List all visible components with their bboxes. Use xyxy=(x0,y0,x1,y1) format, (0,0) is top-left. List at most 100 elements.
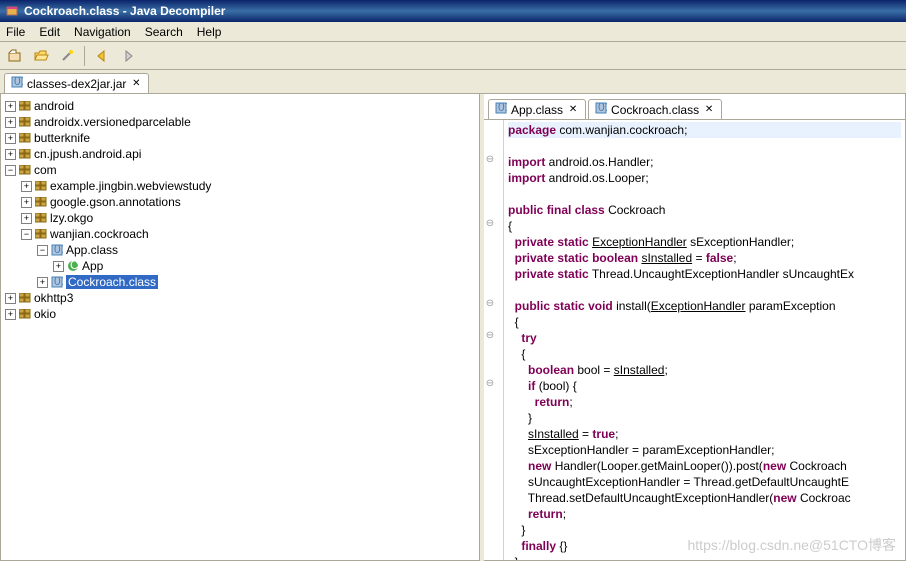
menu-help[interactable]: Help xyxy=(197,25,222,39)
package-icon xyxy=(18,132,32,144)
tree-label: androidx.versionedparcelable xyxy=(34,115,191,129)
svg-text:010: 010 xyxy=(54,244,63,256)
tree-item-app[interactable]: + C App xyxy=(3,258,477,274)
package-icon xyxy=(34,196,48,208)
window-title: Cockroach.class - Java Decompiler xyxy=(24,4,225,18)
class-icon: 010 xyxy=(495,102,507,117)
code-tab-cockroach[interactable]: 010 Cockroach.class ✕ xyxy=(588,99,722,119)
tree-label: wanjian.cockroach xyxy=(50,227,149,241)
package-icon xyxy=(18,116,32,128)
close-icon[interactable]: ✕ xyxy=(703,104,715,116)
jar-tab-label: classes-dex2jar.jar xyxy=(27,77,126,91)
tree-item-okhttp3[interactable]: + okhttp3 xyxy=(3,290,477,306)
tree-item-jpush[interactable]: + cn.jpush.android.api xyxy=(3,146,477,162)
menu-navigation[interactable]: Navigation xyxy=(74,25,131,39)
code-editor[interactable]: ⊖ ⊖ ⊖ ⊖ ⊖ package com.wanjian.cockroach;… xyxy=(484,120,905,560)
tree-item-cockroach[interactable]: + 010 Cockroach.class xyxy=(3,274,477,290)
svg-text:C: C xyxy=(70,260,79,272)
expand-icon[interactable]: + xyxy=(5,309,16,320)
fold-collapse-icon[interactable]: ⊖ xyxy=(484,152,496,168)
tree-item-gson[interactable]: + google.gson.annotations xyxy=(3,194,477,210)
code-tab-app-label: App.class xyxy=(511,103,563,117)
fold-collapse-icon[interactable]: ⊖ xyxy=(484,216,496,232)
forward-button[interactable] xyxy=(117,45,139,67)
wand-button[interactable] xyxy=(56,45,78,67)
tree-label: cn.jpush.android.api xyxy=(34,147,141,161)
code-content[interactable]: package com.wanjian.cockroach; import an… xyxy=(504,120,905,560)
package-icon xyxy=(18,292,32,304)
menu-edit[interactable]: Edit xyxy=(39,25,60,39)
tree-item-wanjian[interactable]: − wanjian.cockroach xyxy=(3,226,477,242)
code-tab-strip: 010 App.class ✕ 010 Cockroach.class ✕ xyxy=(484,94,905,120)
svg-text:010: 010 xyxy=(498,102,507,114)
package-icon xyxy=(18,164,32,176)
collapse-icon[interactable]: − xyxy=(5,165,16,176)
code-tab-app[interactable]: 010 App.class ✕ xyxy=(488,99,586,119)
tree-item-app-class[interactable]: − 010 App.class xyxy=(3,242,477,258)
fold-collapse-icon[interactable]: ⊖ xyxy=(484,328,496,344)
expand-icon[interactable]: + xyxy=(37,277,48,288)
code-tab-cockroach-label: Cockroach.class xyxy=(611,103,699,117)
main-area: + android+ androidx.versionedparcelable+… xyxy=(0,94,906,561)
tree-item-androidx[interactable]: + androidx.versionedparcelable xyxy=(3,114,477,130)
tree-label: google.gson.annotations xyxy=(50,195,181,209)
tree-item-android[interactable]: + android xyxy=(3,98,477,114)
tree-label: butterknife xyxy=(34,131,90,145)
package-icon xyxy=(18,100,32,112)
svg-text:010: 010 xyxy=(598,102,607,114)
menu-file[interactable]: File xyxy=(6,25,25,39)
jar-tab[interactable]: 010 classes-dex2jar.jar ✕ xyxy=(4,73,149,93)
menu-bar: File Edit Navigation Search Help xyxy=(0,22,906,42)
fold-collapse-icon[interactable]: ⊖ xyxy=(484,376,496,392)
jar-tab-strip: 010 classes-dex2jar.jar ✕ xyxy=(0,70,906,94)
close-icon[interactable]: ✕ xyxy=(130,78,142,90)
toolbar-separator xyxy=(84,46,85,66)
collapse-icon[interactable]: − xyxy=(37,245,48,256)
close-icon[interactable]: ✕ xyxy=(567,104,579,116)
expand-icon[interactable]: + xyxy=(5,149,16,160)
class-icon: 010 xyxy=(595,102,607,117)
fold-collapse-icon[interactable]: ⊖ xyxy=(484,296,496,312)
class-icon: 010 xyxy=(50,276,64,288)
title-bar: Cockroach.class - Java Decompiler xyxy=(0,0,906,22)
menu-search[interactable]: Search xyxy=(145,25,183,39)
tree-label: App.class xyxy=(66,243,118,257)
expand-icon[interactable]: + xyxy=(5,101,16,112)
tree-label: com xyxy=(34,163,57,177)
tree-item-example[interactable]: + example.jingbin.webviewstudy xyxy=(3,178,477,194)
tree-item-com[interactable]: − com xyxy=(3,162,477,178)
tree-pane[interactable]: + android+ androidx.versionedparcelable+… xyxy=(0,94,480,561)
open-button[interactable] xyxy=(30,45,52,67)
expand-icon[interactable]: + xyxy=(21,213,32,224)
tree-item-butterknife[interactable]: + butterknife xyxy=(3,130,477,146)
app-icon xyxy=(4,3,20,19)
package-icon xyxy=(34,180,48,192)
tree-label: okhttp3 xyxy=(34,291,73,305)
open-file-button[interactable] xyxy=(4,45,26,67)
expand-icon[interactable]: + xyxy=(21,197,32,208)
expand-icon[interactable]: + xyxy=(5,293,16,304)
fold-gutter[interactable]: ⊖ ⊖ ⊖ ⊖ ⊖ xyxy=(484,120,504,560)
jar-icon: 010 xyxy=(11,76,23,91)
expand-icon[interactable]: + xyxy=(5,117,16,128)
package-icon xyxy=(18,308,32,320)
class-icon: 010 xyxy=(50,244,64,256)
svg-text:010: 010 xyxy=(54,276,63,288)
tree-label: Cockroach.class xyxy=(66,275,158,289)
expand-icon[interactable]: + xyxy=(53,261,64,272)
code-pane: 010 App.class ✕ 010 Cockroach.class ✕ ⊖ … xyxy=(484,94,906,561)
back-button[interactable] xyxy=(91,45,113,67)
tree-label: example.jingbin.webviewstudy xyxy=(50,179,211,193)
toolbar xyxy=(0,42,906,70)
tree-label: lzy.okgo xyxy=(50,211,93,225)
expand-icon[interactable]: + xyxy=(5,133,16,144)
package-icon xyxy=(34,212,48,224)
expand-icon[interactable]: + xyxy=(21,181,32,192)
tree-item-okio[interactable]: + okio xyxy=(3,306,477,322)
package-icon xyxy=(18,148,32,160)
tree-label: android xyxy=(34,99,74,113)
tree-item-okgo[interactable]: + lzy.okgo xyxy=(3,210,477,226)
collapse-icon[interactable]: − xyxy=(21,229,32,240)
tree-label: App xyxy=(82,259,103,273)
tree-label: okio xyxy=(34,307,56,321)
